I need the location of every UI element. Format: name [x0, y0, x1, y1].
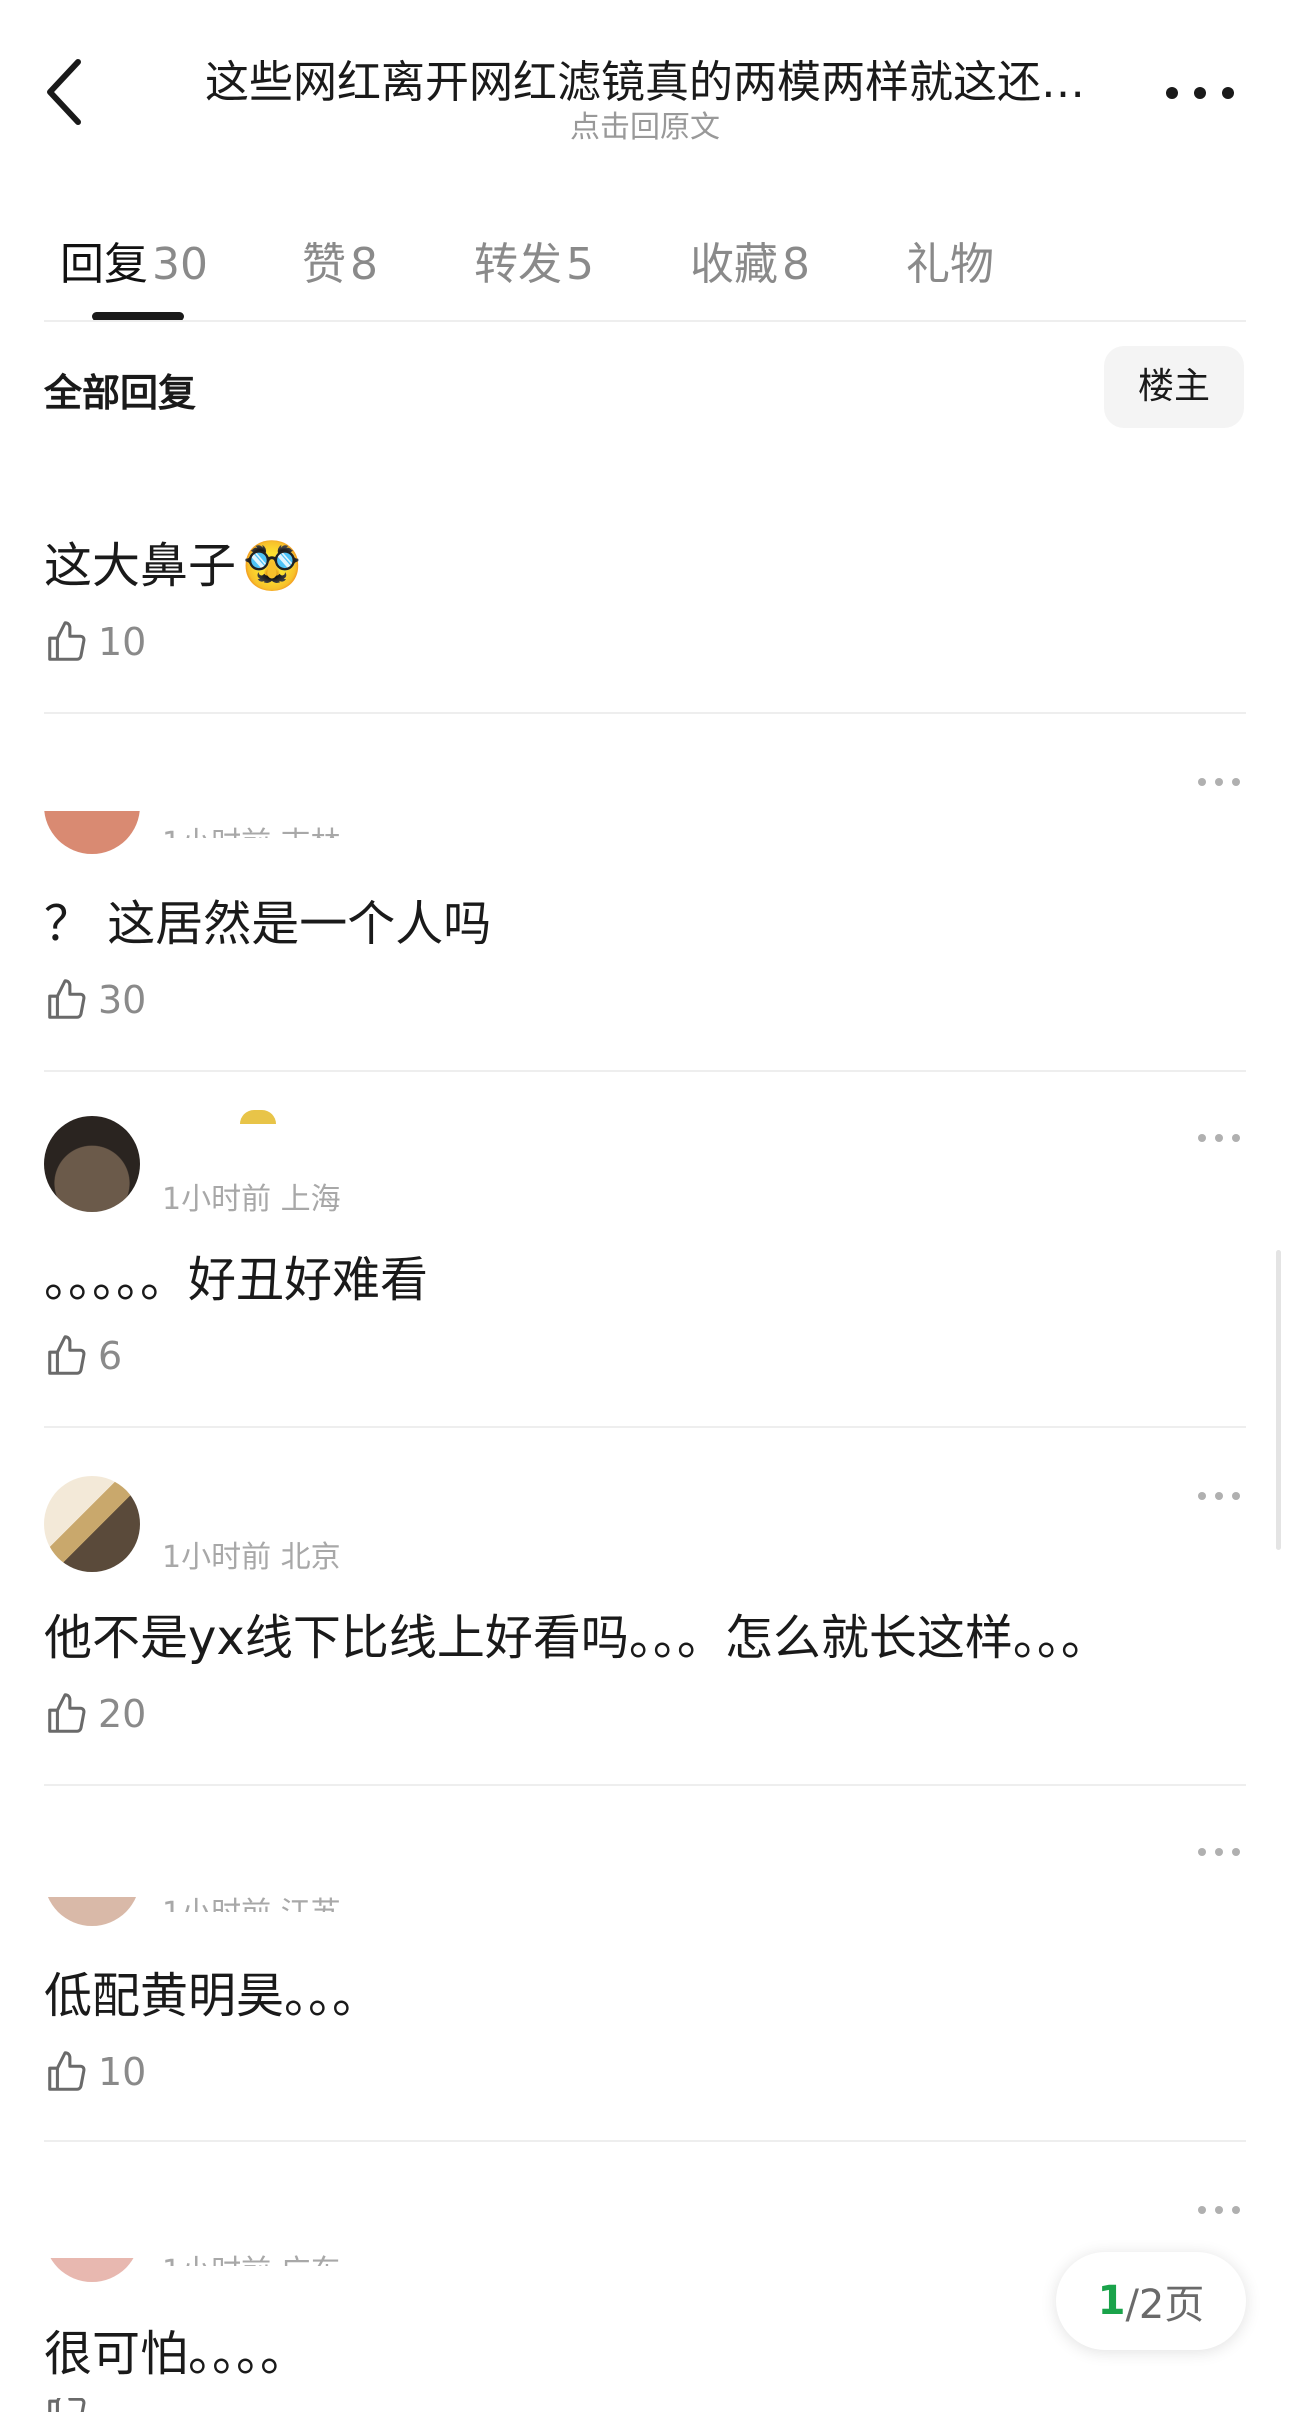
- divider: [44, 320, 1246, 322]
- tab-count: 8: [350, 239, 378, 290]
- comment-meta: 1小时前 广东: [162, 2246, 341, 2266]
- tab-count: 8: [782, 239, 810, 290]
- avatar[interactable]: [44, 2186, 140, 2282]
- tab-count: 5: [566, 239, 594, 290]
- tab-reposts[interactable]: 转发5: [474, 228, 594, 292]
- comment-meta: 1小时前 江苏: [162, 1888, 341, 1912]
- like-count: 6: [98, 1334, 123, 1378]
- tab-label: 收藏: [690, 239, 778, 290]
- comment-more-button[interactable]: [1194, 772, 1244, 792]
- back-button[interactable]: [36, 52, 96, 132]
- divider: [44, 1784, 1246, 1786]
- thumbs-up-icon: [48, 1693, 86, 1733]
- comment-text[interactable]: 。。。。。好丑好难看: [44, 1240, 428, 1310]
- comment-meta: 1小时前 吉林: [162, 818, 341, 838]
- tab-label: 回复: [60, 239, 148, 290]
- tab-label: 礼物: [906, 239, 994, 290]
- more-icon: [1198, 1134, 1240, 1142]
- tab-count: 30: [152, 239, 208, 290]
- comment-meta: 1小时前 上海: [162, 1182, 341, 1217]
- badge-icon: [240, 1110, 276, 1124]
- thumbs-up-icon: [48, 2051, 86, 2091]
- comment-more-button[interactable]: [1194, 1842, 1244, 1862]
- avatar[interactable]: [44, 1116, 140, 1212]
- thumbs-up-icon: [48, 1335, 86, 1375]
- tab-replies[interactable]: 回复30: [60, 228, 208, 292]
- page-indicator-button[interactable]: 1/2页: [1056, 2252, 1246, 2350]
- tab-label: 转发: [474, 239, 562, 290]
- like-count: 30: [98, 978, 147, 1022]
- scrollbar[interactable]: [1276, 1250, 1281, 1550]
- more-icon: [1198, 1492, 1240, 1500]
- like-button[interactable]: 20: [44, 1686, 146, 1742]
- more-icon: [1166, 87, 1234, 99]
- section-title: 全部回复: [44, 371, 197, 415]
- more-options-button[interactable]: [1160, 78, 1240, 108]
- like-count: 10: [98, 2050, 147, 2094]
- tab-favorites[interactable]: 收藏8: [690, 228, 810, 292]
- op-filter-button[interactable]: 楼主: [1104, 346, 1244, 428]
- avatar[interactable]: [44, 1476, 140, 1572]
- tab-gifts[interactable]: 礼物: [906, 228, 994, 292]
- thumbs-up-icon: [48, 979, 86, 1019]
- back-to-original-link[interactable]: 点击回原文: [150, 102, 1140, 146]
- avatar[interactable]: [44, 1830, 140, 1926]
- more-icon: [1198, 778, 1240, 786]
- tab-label: 赞: [302, 239, 346, 290]
- thumbs-up-icon: [48, 621, 86, 661]
- like-button[interactable]: 6: [44, 1328, 122, 1384]
- more-icon: [1198, 1848, 1240, 1856]
- more-icon: [1198, 2206, 1240, 2214]
- comment-text[interactable]: 低配黄明昊。。。: [44, 1956, 380, 2026]
- comment-text[interactable]: 这大鼻子 🥸: [44, 526, 302, 596]
- thumbs-up-icon: [48, 2398, 86, 2412]
- comment-more-button[interactable]: [1194, 2200, 1244, 2220]
- like-button[interactable]: 10: [44, 614, 146, 670]
- divider: [44, 2140, 1246, 2142]
- like-button[interactable]: 30: [44, 972, 146, 1028]
- comment-body: 这大鼻子: [44, 538, 237, 594]
- divider: [44, 1426, 1246, 1428]
- comment-text[interactable]: 他不是yx线下比线上好看吗。。。怎么就长这样。。。: [44, 1598, 1109, 1668]
- like-button[interactable]: 10: [44, 2044, 146, 2100]
- comment-more-button[interactable]: [1194, 1128, 1244, 1148]
- page-title: 这些网红离开网红滤镜真的两模两样就这还…: [205, 57, 1085, 108]
- like-count: 10: [98, 620, 147, 664]
- like-button[interactable]: [44, 2398, 90, 2412]
- tab-likes[interactable]: 赞8: [302, 228, 378, 292]
- chevron-left-icon: [47, 59, 81, 125]
- total-pages: /2页: [1125, 2282, 1205, 2328]
- comment-text[interactable]: 很可怕。。。。: [44, 2314, 308, 2384]
- avatar[interactable]: [44, 758, 140, 854]
- divider: [44, 712, 1246, 714]
- divider: [44, 1070, 1246, 1072]
- current-page: 1: [1097, 2278, 1126, 2324]
- like-count: 20: [98, 1692, 147, 1736]
- disguise-emoji: 🥸: [242, 538, 302, 594]
- comment-text[interactable]: ？ 这居然是一个人吗: [44, 884, 491, 954]
- comment-more-button[interactable]: [1194, 1486, 1244, 1506]
- comment-meta: 1小时前 北京: [162, 1540, 341, 1575]
